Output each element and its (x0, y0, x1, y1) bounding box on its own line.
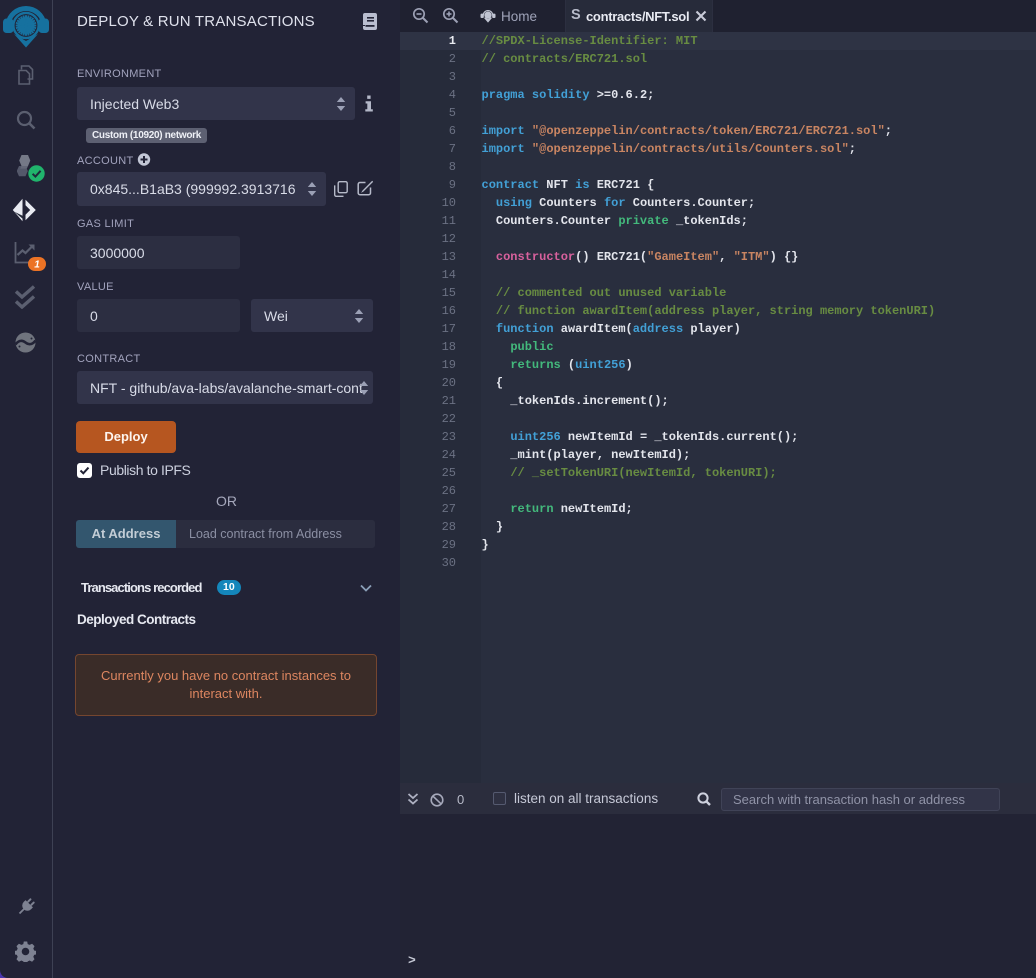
svg-text:1: 1 (34, 260, 40, 271)
